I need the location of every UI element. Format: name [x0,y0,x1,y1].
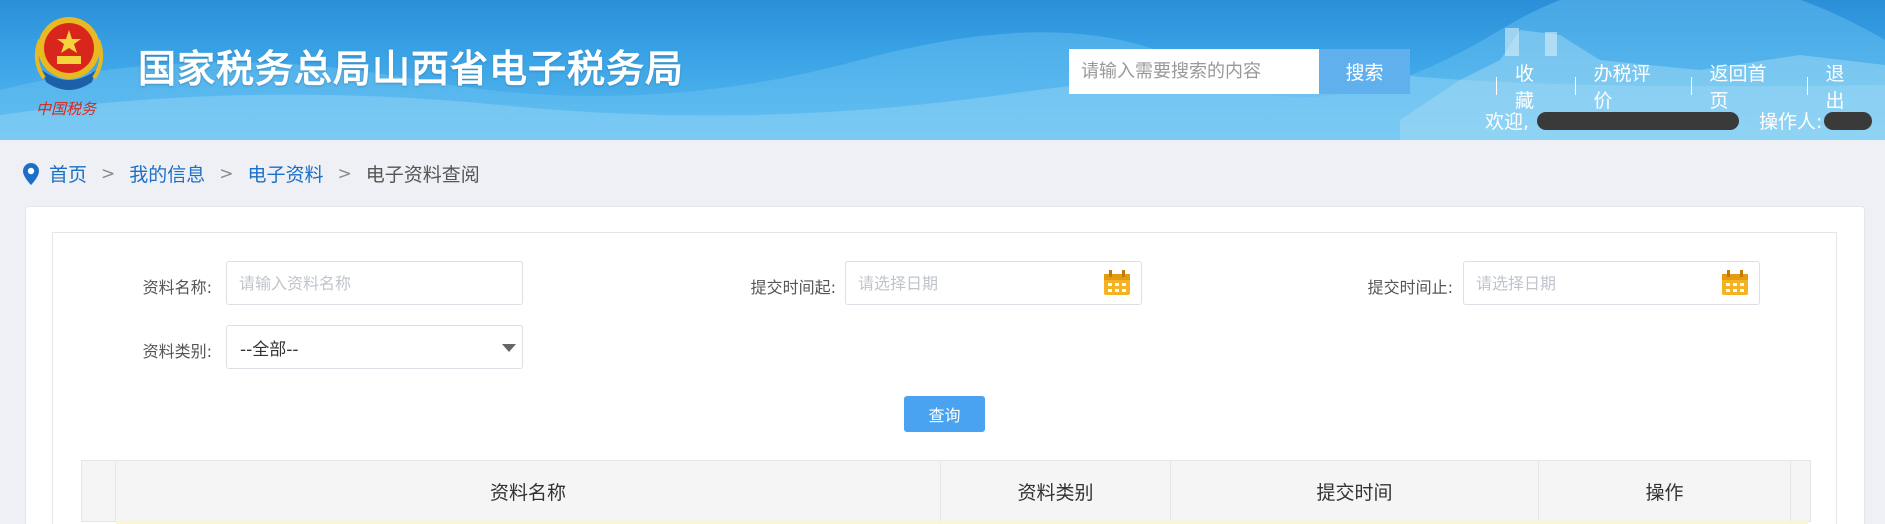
query-button[interactable]: 查询 [904,396,985,432]
calendar-icon[interactable] [1721,270,1749,296]
table-checkbox-column [82,461,116,521]
breadcrumb-separator: > [337,163,352,184]
search-button[interactable]: 搜索 [1319,49,1410,94]
chevron-down-icon [502,344,516,352]
column-header-name[interactable]: 资料名称 [116,461,941,521]
redacted-user-name [1537,111,1740,130]
tax-evaluation-link[interactable]: 办税评价 [1593,59,1668,113]
operator-label: 操作人: [1759,111,1823,133]
breadcrumb-current: 电子资料查阅 [365,164,480,186]
type-select-value: --全部-- [240,339,299,360]
end-date-label: 提交时间止: [1367,278,1453,297]
name-label: 资料名称: [142,278,212,297]
breadcrumb: 首页 > 我的信息 > 电子资料 > 电子资料查阅 [23,160,480,187]
column-header-type[interactable]: 资料类别 [941,461,1171,521]
redacted-operator-name [1824,111,1873,130]
emblem-signature: 中国税务 [36,100,97,118]
location-pin-icon [23,162,39,185]
welcome-bar: 欢迎, 操作人: [1485,107,1873,134]
logout-link[interactable]: 退出 [1825,59,1863,113]
site-title: 国家税务总局山西省电子税务局 [138,47,685,91]
results-table-header: 资料名称 资料类别 提交时间 操作 [81,460,1811,522]
end-date-input[interactable] [1463,261,1760,305]
start-date-input[interactable] [845,261,1142,305]
site-header: 中国税务 国家税务总局山西省电子税务局 搜索 收藏 办税评价 返回首页 退出 欢… [0,0,1885,140]
divider [1806,77,1808,95]
top-links: 收藏 办税评价 返回首页 退出 [1496,59,1885,113]
column-header-actions: 操作 [1539,461,1791,521]
welcome-label: 欢迎, [1485,111,1530,133]
favorite-link[interactable]: 收藏 [1515,59,1553,113]
breadcrumb-separator: > [101,163,116,184]
breadcrumb-my-info[interactable]: 我的信息 [129,160,205,187]
divider [1496,77,1497,95]
name-input[interactable] [226,261,523,305]
breadcrumb-electronic-data[interactable]: 电子资料 [248,160,324,187]
column-header-submit-time[interactable]: 提交时间 [1171,461,1539,521]
type-label: 资料类别: [142,342,212,361]
calendar-icon[interactable] [1103,270,1131,296]
search-input[interactable] [1069,49,1319,94]
breadcrumb-separator: > [219,163,234,184]
return-home-link[interactable]: 返回首页 [1709,59,1784,113]
divider [1574,77,1576,95]
divider [1690,77,1692,95]
table-scroll-gutter [1791,461,1810,521]
start-date-label: 提交时间起: [750,278,836,297]
breadcrumb-home[interactable]: 首页 [49,160,87,187]
type-select[interactable]: --全部-- [226,325,523,369]
